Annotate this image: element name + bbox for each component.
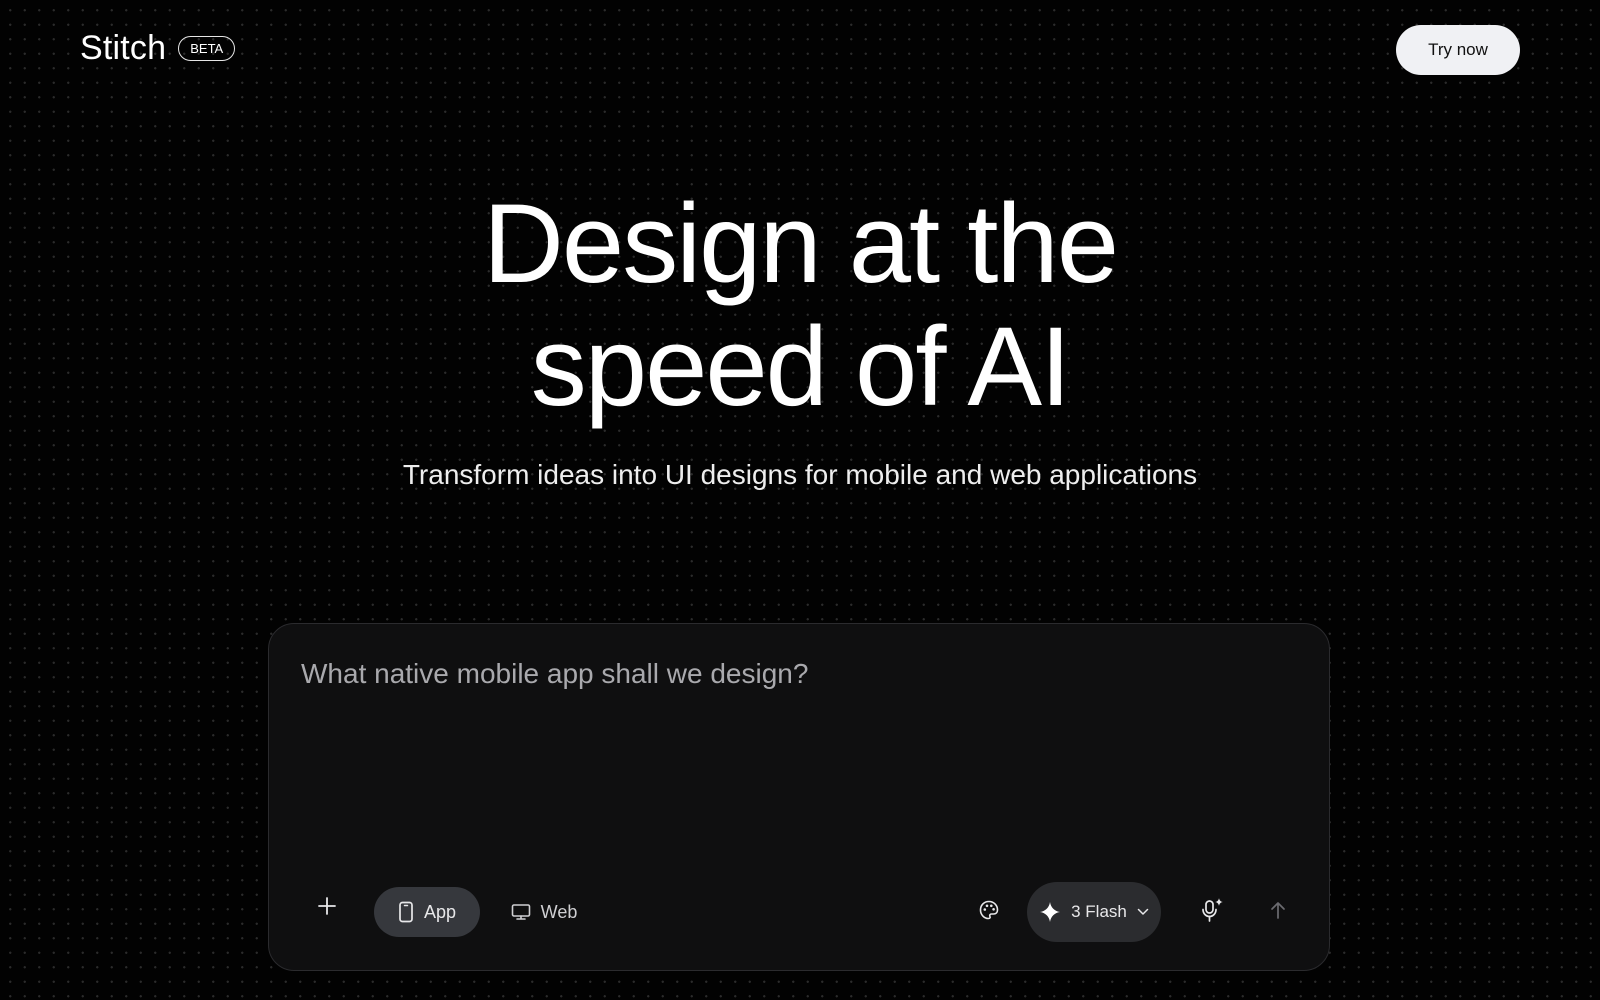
app-toggle-label: App — [423, 901, 457, 922]
try-now-button[interactable]: Try now — [1396, 25, 1520, 75]
hero-title-line-2: speed of AI — [530, 304, 1071, 429]
plus-icon — [316, 895, 338, 917]
brand-logo-text: Stitch — [80, 29, 167, 67]
monitor-icon — [511, 903, 531, 921]
voice-input-button[interactable] — [1189, 887, 1235, 933]
model-label: 3 Flash — [1071, 902, 1127, 921]
smartphone-icon — [398, 901, 414, 923]
add-attachment-button[interactable] — [307, 886, 347, 926]
prompt-input[interactable] — [299, 656, 1293, 780]
hero-title: Design at the speed of AI — [0, 182, 1600, 428]
sparkle-icon — [1039, 901, 1061, 923]
send-button[interactable] — [1255, 887, 1301, 933]
beta-badge: BETA — [178, 36, 236, 61]
hero-title-line-1: Design at the — [483, 181, 1119, 306]
app-toggle-button[interactable]: App — [374, 887, 480, 937]
mic-sparkle-icon — [1200, 897, 1224, 923]
chevron-down-icon — [1137, 908, 1149, 916]
prompt-composer: App Web 3 Flash — [268, 623, 1330, 971]
hero: Design at the speed of AI — [0, 182, 1600, 428]
web-toggle-label: Web — [540, 901, 578, 922]
brand[interactable]: Stitch BETA — [80, 29, 236, 68]
web-toggle-button[interactable]: Web — [494, 887, 594, 937]
model-select[interactable]: 3 Flash — [1027, 882, 1161, 942]
arrow-up-icon — [1269, 900, 1287, 920]
landing-page: Stitch BETA Try now Design at the speed … — [0, 0, 1600, 1000]
palette-icon — [978, 899, 1000, 921]
theme-palette-button[interactable] — [966, 887, 1012, 933]
hero-subtitle: Transform ideas into UI designs for mobi… — [402, 459, 1198, 490]
